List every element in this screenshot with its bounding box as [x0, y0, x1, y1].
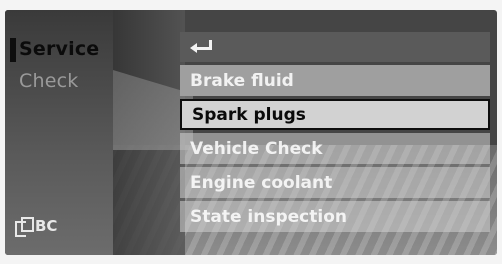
menu-item-engine-coolant[interactable]: Engine coolant: [180, 167, 490, 198]
sidebar-item-check[interactable]: Check: [19, 70, 78, 92]
menu-item-state-inspection[interactable]: State inspection: [180, 201, 490, 232]
selection-indicator: [10, 38, 16, 62]
bc-button[interactable]: BC: [15, 215, 57, 237]
return-arrow-icon: [190, 40, 214, 54]
bc-label: BC: [35, 217, 58, 235]
onboard-computer-icon: [15, 217, 34, 237]
service-menu: Brake fluid Spark plugs Vehicle Check En…: [180, 32, 490, 235]
sidebar: Service Check BC: [5, 10, 113, 255]
menu-item-vehicle-check[interactable]: Vehicle Check: [180, 133, 490, 164]
back-button[interactable]: [180, 32, 490, 62]
display-screen: Service Check BC Brake fluid Spark plugs…: [5, 10, 497, 255]
sidebar-item-service[interactable]: Service: [19, 38, 99, 60]
menu-item-brake-fluid[interactable]: Brake fluid: [180, 65, 490, 96]
menu-item-spark-plugs[interactable]: Spark plugs: [180, 99, 490, 130]
